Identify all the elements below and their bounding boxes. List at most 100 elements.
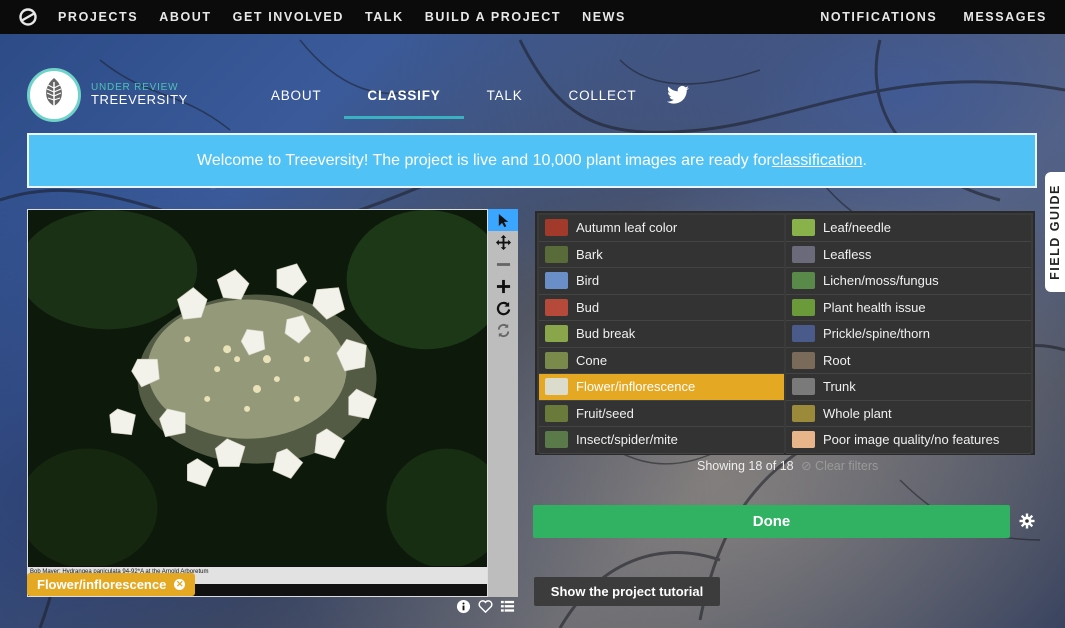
choice-label: Lichen/moss/fungus xyxy=(823,273,939,289)
nav-projects[interactable]: PROJECTS xyxy=(58,10,138,24)
top-nav: PROJECTS ABOUT GET INVOLVED TALK BUILD A… xyxy=(0,0,1065,34)
rotate-icon xyxy=(496,301,510,315)
tree-icon xyxy=(46,78,62,112)
clear-filters-button[interactable]: ⊘ Clear filters xyxy=(801,459,878,473)
choice-thumbnail xyxy=(792,404,815,422)
choice-label: Prickle/spine/thorn xyxy=(823,326,930,342)
choice-label: Leafless xyxy=(823,246,872,262)
tutorial-button[interactable]: Show the project tutorial xyxy=(534,577,720,606)
move-tool[interactable] xyxy=(488,231,518,253)
choice-item[interactable]: Bird xyxy=(539,268,784,295)
viewer-toolbar xyxy=(488,209,518,597)
pointer-icon xyxy=(498,213,508,227)
tab-collect[interactable]: COLLECT xyxy=(546,66,660,124)
choice-label: Whole plant xyxy=(823,405,892,421)
nav-news[interactable]: NEWS xyxy=(582,10,626,24)
choice-item[interactable]: Insect/spider/mite xyxy=(539,427,784,454)
nav-about[interactable]: ABOUT xyxy=(159,10,211,24)
choice-label: Trunk xyxy=(823,379,856,395)
choice-item[interactable]: Flower/inflorescence xyxy=(539,374,784,401)
heart-icon[interactable] xyxy=(478,599,493,614)
nav-messages[interactable]: MESSAGES xyxy=(963,10,1047,24)
nav-build-a-project[interactable]: BUILD A PROJECT xyxy=(425,10,561,24)
choice-thumbnail xyxy=(792,219,815,237)
choice-thumbnail xyxy=(545,404,568,422)
choice-item[interactable]: Cone xyxy=(539,347,784,374)
reset-icon xyxy=(497,323,509,337)
tab-classify[interactable]: CLASSIFY xyxy=(344,66,464,124)
zoom-in-icon xyxy=(496,279,510,293)
done-button[interactable]: Done xyxy=(533,505,1010,538)
info-icon[interactable] xyxy=(456,599,471,614)
filter-status: Showing 18 of 18 ⊘ Clear filters xyxy=(697,458,878,473)
choice-item[interactable]: Root xyxy=(786,347,1031,374)
rotate-tool[interactable] xyxy=(488,297,518,319)
main-nav: PROJECTS ABOUT GET INVOLVED TALK BUILD A… xyxy=(58,10,647,24)
classification-link[interactable]: classification xyxy=(772,152,863,170)
choice-item[interactable]: Whole plant xyxy=(786,400,1031,427)
remove-tag-icon[interactable]: ✕ xyxy=(174,579,186,590)
choice-label: Plant health issue xyxy=(823,299,926,315)
choice-label: Bud xyxy=(576,299,600,315)
choice-thumbnail xyxy=(792,298,815,316)
choice-label: Cone xyxy=(576,352,608,368)
choice-thumbnail xyxy=(545,272,568,290)
choice-item[interactable]: Lichen/moss/fungus xyxy=(786,268,1031,295)
field-guide-tab[interactable]: FIELD GUIDE xyxy=(1045,172,1065,292)
subject-actions xyxy=(456,599,515,614)
choice-label: Root xyxy=(823,352,851,368)
zoom-in-tool[interactable] xyxy=(488,275,518,297)
subject-image[interactable] xyxy=(28,210,487,566)
pointer-tool[interactable] xyxy=(488,209,518,231)
annotation-tag-label: Flower/inflorescence xyxy=(37,577,167,592)
choice-thumbnail xyxy=(545,378,568,396)
subject-viewer[interactable]: Bob Mayer: Hydrangea paniculata 94-92*A … xyxy=(27,209,488,597)
list-icon[interactable] xyxy=(500,599,515,614)
choice-thumbnail xyxy=(792,272,815,290)
choice-label: Bud break xyxy=(576,326,636,342)
choice-thumbnail xyxy=(792,431,815,449)
reset-tool[interactable] xyxy=(488,319,518,341)
project-title[interactable]: UNDER REVIEW TREEVERSITY xyxy=(91,82,188,107)
choice-thumbnail xyxy=(792,351,815,369)
choice-thumbnail xyxy=(545,219,568,237)
choice-thumbnail xyxy=(792,245,815,263)
choice-item[interactable]: Fruit/seed xyxy=(539,400,784,427)
annotation-tag[interactable]: Flower/inflorescence ✕ xyxy=(27,573,196,596)
user-nav: NOTIFICATIONS MESSAGES xyxy=(794,10,1047,24)
choice-item[interactable]: Bud break xyxy=(539,321,784,348)
choice-thumbnail xyxy=(545,298,568,316)
showing-count: Showing 18 of 18 xyxy=(697,459,794,473)
zooniverse-logo-icon[interactable] xyxy=(18,7,38,27)
choice-item[interactable]: Bud xyxy=(539,294,784,321)
choice-item[interactable]: Autumn leaf color xyxy=(539,215,784,242)
choice-item[interactable]: Leafless xyxy=(786,241,1031,268)
nav-notifications[interactable]: NOTIFICATIONS xyxy=(820,10,937,24)
project-header: UNDER REVIEW TREEVERSITY ABOUT CLASSIFY … xyxy=(27,66,1037,124)
choice-thumbnail xyxy=(792,325,815,343)
choice-label: Bark xyxy=(576,246,603,262)
tab-talk[interactable]: TALK xyxy=(464,66,546,124)
choice-item[interactable]: Leaf/needle xyxy=(786,215,1031,242)
choice-thumbnail xyxy=(545,245,568,263)
banner-text: Welcome to Treeversity! The project is l… xyxy=(197,151,772,169)
twitter-icon[interactable] xyxy=(667,85,690,105)
project-avatar[interactable] xyxy=(27,68,81,122)
tab-about[interactable]: ABOUT xyxy=(248,66,345,124)
choice-label: Flower/inflorescence xyxy=(576,379,696,395)
choice-item[interactable]: Plant health issue xyxy=(786,294,1031,321)
choice-item[interactable]: Trunk xyxy=(786,374,1031,401)
project-tabs: ABOUT CLASSIFY TALK COLLECT xyxy=(248,66,690,124)
gear-icon[interactable] xyxy=(1019,513,1035,529)
banner-suffix: . xyxy=(862,151,867,169)
choice-label: Autumn leaf color xyxy=(576,220,678,236)
choice-thumbnail xyxy=(545,351,568,369)
choice-item[interactable]: Poor image quality/no features xyxy=(786,427,1031,454)
nav-talk[interactable]: TALK xyxy=(365,10,404,24)
nav-get-involved[interactable]: GET INVOLVED xyxy=(233,10,344,24)
zoom-out-tool[interactable] xyxy=(488,253,518,275)
choice-item[interactable]: Bark xyxy=(539,241,784,268)
choice-label: Leaf/needle xyxy=(823,220,891,236)
choice-thumbnail xyxy=(545,431,568,449)
choice-item[interactable]: Prickle/spine/thorn xyxy=(786,321,1031,348)
